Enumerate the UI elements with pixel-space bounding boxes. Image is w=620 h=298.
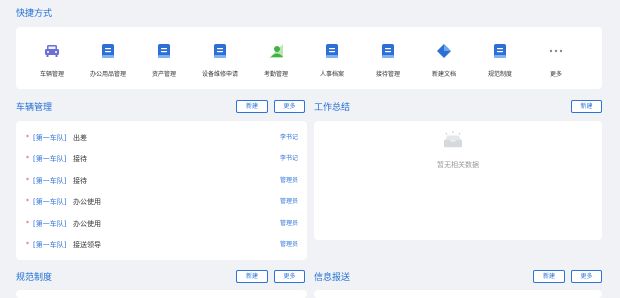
- vehicle-section-title: 车辆管理: [16, 103, 53, 113]
- regulations-new-button[interactable]: 新建: [236, 270, 268, 283]
- vehicle-list-card: * [第一车队] 出差 李书记 * [第一车队] 接待 李书记 * [第一车队]…: [16, 121, 307, 260]
- row-user: 李书记: [279, 155, 298, 162]
- info-report-card: [314, 290, 602, 298]
- vehicle-more-button[interactable]: 更多: [274, 100, 305, 113]
- work-summary-title: 工作总结: [314, 103, 351, 113]
- row-title: 办公使用: [73, 220, 101, 228]
- list-item[interactable]: * [第一车队] 出差 李书记: [16, 132, 306, 144]
- work-summary-new-button[interactable]: 新建: [571, 100, 602, 113]
- info-report-title: 信息报送: [314, 273, 351, 283]
- bullet-marker: *: [26, 177, 29, 184]
- document-icon: [382, 44, 394, 58]
- row-user: 管理员: [279, 220, 298, 227]
- quick-item-vehicle[interactable]: 车辆管理: [24, 27, 80, 89]
- list-item[interactable]: * [第一车队] 办公使用 管理员: [16, 196, 306, 208]
- row-user: 李书记: [279, 134, 298, 141]
- row-title: 接送领导: [73, 241, 101, 249]
- quick-access-title: 快捷方式: [16, 9, 53, 19]
- list-item[interactable]: * [第一车队] 接送领导 管理员: [16, 239, 306, 251]
- info-report-new-button[interactable]: 新建: [533, 270, 565, 283]
- row-title: 接待: [73, 155, 87, 163]
- more-icon: [549, 49, 563, 53]
- list-item[interactable]: * [第一车队] 接待 管理员: [16, 175, 306, 187]
- empty-inbox-icon: [444, 131, 462, 148]
- quick-access-card: 车辆管理 办公用品管理 资产管理 设备维修申请 考勤管理 人事档案 接待管理 新…: [16, 27, 602, 89]
- info-report-more-button[interactable]: 更多: [571, 270, 602, 283]
- quick-item-office-supplies[interactable]: 办公用品管理: [80, 27, 136, 89]
- list-item[interactable]: * [第一车队] 办公使用 管理员: [16, 218, 306, 230]
- bullet-marker: *: [26, 220, 29, 227]
- bullet-marker: *: [26, 241, 29, 248]
- row-user: 管理员: [279, 177, 298, 184]
- row-title: 出差: [73, 134, 87, 142]
- quick-item-reception[interactable]: 接待管理: [360, 27, 416, 89]
- regulations-title: 规范制度: [16, 273, 53, 283]
- row-team: [第一车队]: [33, 155, 67, 163]
- quick-item-assets[interactable]: 资产管理: [136, 27, 192, 89]
- vehicle-new-button[interactable]: 新建: [236, 100, 268, 113]
- row-team: [第一车队]: [33, 241, 67, 249]
- document-icon: [326, 44, 338, 58]
- document-icon: [214, 44, 226, 58]
- work-summary-card: 暂无相关数据: [314, 121, 602, 240]
- row-user: 管理员: [279, 241, 298, 248]
- row-team: [第一车队]: [33, 177, 67, 185]
- regulations-more-button[interactable]: 更多: [274, 270, 305, 283]
- row-team: [第一车队]: [33, 134, 67, 142]
- bullet-marker: *: [26, 155, 29, 162]
- quick-item-hr-files[interactable]: 人事档案: [304, 27, 360, 89]
- document-icon: [102, 44, 114, 58]
- diamond-icon: [437, 44, 451, 58]
- quick-item-new-document[interactable]: 新建文档: [416, 27, 472, 89]
- document-icon: [158, 44, 170, 58]
- row-team: [第一车队]: [33, 198, 67, 206]
- regulations-card: [16, 290, 307, 298]
- document-icon: [494, 44, 506, 58]
- quick-item-attendance[interactable]: 考勤管理: [248, 27, 304, 89]
- list-item[interactable]: * [第一车队] 接待 李书记: [16, 153, 306, 165]
- row-user: 管理员: [279, 198, 298, 205]
- quick-item-label: 更多: [549, 71, 562, 78]
- quick-item-equipment-repair[interactable]: 设备维修申请: [192, 27, 248, 89]
- empty-state-text: 暂无相关数据: [437, 161, 479, 169]
- car-icon: [45, 45, 59, 57]
- bullet-marker: *: [26, 134, 29, 141]
- row-team: [第一车队]: [33, 220, 67, 228]
- bullet-marker: *: [26, 198, 29, 205]
- quick-item-more[interactable]: 更多: [528, 27, 584, 89]
- person-icon: [269, 44, 283, 58]
- row-title: 办公使用: [73, 198, 101, 206]
- row-title: 接待: [73, 177, 87, 185]
- quick-item-regulations[interactable]: 规范制度: [472, 27, 528, 89]
